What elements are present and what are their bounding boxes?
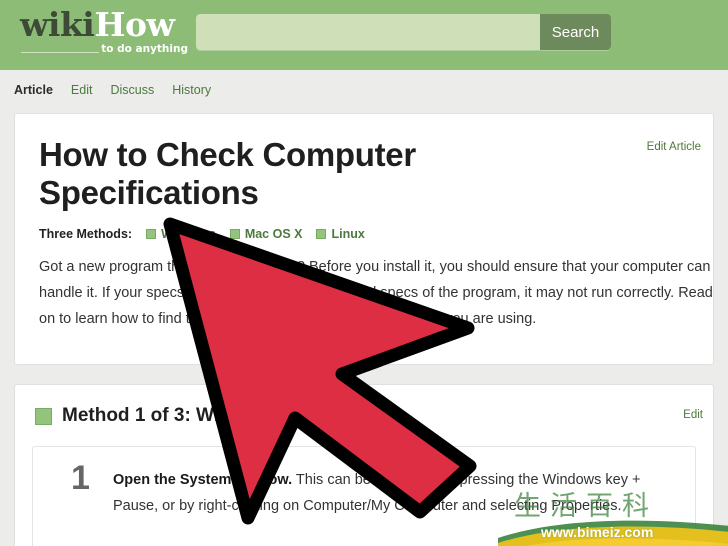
logo-how-text: How [94, 5, 175, 44]
method-link-linux[interactable]: Linux [316, 227, 365, 241]
method-title: Method 1 of 3: Windows [62, 405, 280, 426]
logo-divider-rule [21, 52, 99, 53]
page-title: How to Check Computer Specifications [39, 136, 416, 211]
method-link-macosx[interactable]: Mac OS X [229, 227, 303, 241]
tab-article[interactable]: Article [14, 83, 53, 97]
search-button[interactable]: Search [540, 14, 611, 50]
square-bullet-icon [229, 229, 240, 239]
logo-text: wikiHow [20, 8, 190, 42]
logo-tagline: to do anything [101, 43, 188, 55]
article-nav-tabs: Article Edit Discuss History [0, 70, 728, 113]
square-bullet-icon [316, 229, 327, 239]
nav-tab-list: Article Edit Discuss History [14, 83, 211, 97]
article-intro-paragraph: Got a new program that you want to use? … [39, 259, 713, 327]
logo-wiki-text: wiki [20, 5, 95, 44]
methods-row: Three Methods: Windows Mac OS X Linux [39, 227, 379, 241]
method-edit-link[interactable]: Edit [683, 409, 703, 421]
search-input[interactable] [196, 14, 540, 50]
step-text: Open the System window. This can be acce… [113, 467, 673, 519]
article-card: Edit Article How to Check Computer Speci… [14, 113, 714, 365]
step-heading: Open the System window. [113, 472, 293, 488]
method-heading: Method 1 of 3: Windows [35, 405, 279, 427]
tab-history[interactable]: History [172, 83, 211, 97]
tab-edit[interactable]: Edit [71, 83, 93, 97]
wikihow-page: wikiHow to do anything Search Article Ed… [0, 0, 728, 546]
method-link-windows[interactable]: Windows [146, 227, 216, 241]
method-section-card: Method 1 of 3: Windows Edit 1 Open the S… [14, 384, 714, 546]
edit-article-link[interactable]: Edit Article [647, 141, 701, 153]
site-header: wikiHow to do anything Search [0, 0, 728, 70]
method-link-label: Linux [331, 227, 365, 241]
wikihow-logo[interactable]: wikiHow to do anything [20, 8, 190, 60]
tab-discuss[interactable]: Discuss [110, 83, 154, 97]
methods-label: Three Methods: [39, 227, 133, 241]
search-bar: Search [196, 14, 611, 50]
square-bullet-icon [35, 407, 52, 425]
square-bullet-icon [146, 229, 157, 239]
step-item: 1 Open the System window. This can be ac… [32, 446, 696, 546]
step-number: 1 [71, 459, 90, 497]
method-link-label: Windows [161, 227, 216, 241]
method-link-label: Mac OS X [244, 227, 303, 241]
